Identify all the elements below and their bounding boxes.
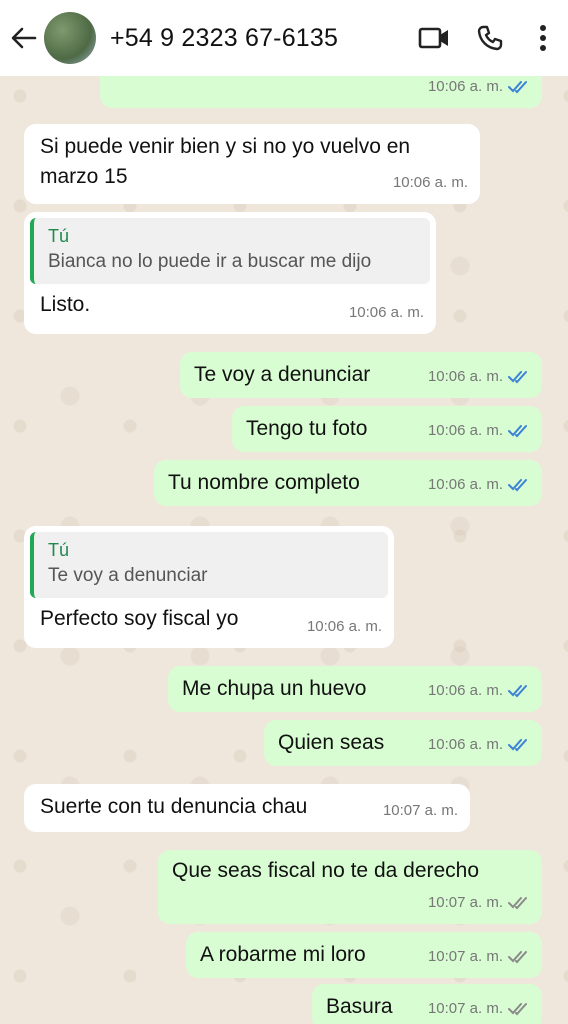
message-bubble-outgoing[interactable]: Basura 10:07 a. m. bbox=[312, 984, 542, 1024]
delivered-ticks-icon bbox=[508, 951, 527, 964]
read-ticks-icon bbox=[508, 371, 527, 384]
message-meta: 10:06 a. m. bbox=[393, 168, 468, 198]
message-text: Me chupa un huevo bbox=[182, 677, 367, 700]
message-time: 10:07 a. m. bbox=[427, 1000, 503, 1017]
message-meta: 10:06 a. m. bbox=[428, 676, 530, 706]
quote-text: Te voy a denunciar bbox=[48, 565, 208, 586]
message-time: 10:07 a. m. bbox=[427, 948, 503, 965]
quoted-message[interactable]: Tú Bianca no lo puede ir a buscar me dij… bbox=[30, 218, 430, 284]
video-call-icon bbox=[418, 27, 448, 49]
message-text: Te voy a denunciar bbox=[194, 363, 371, 386]
back-button[interactable] bbox=[4, 0, 44, 76]
message-time: 10:06 a. m. bbox=[348, 304, 424, 321]
message-text: Si puede venir bien y si no yo vuelvo en… bbox=[40, 135, 411, 188]
quote-author: Tú bbox=[48, 540, 70, 560]
message-time: 10:06 a. m. bbox=[306, 618, 382, 635]
message-text: Tengo tu foto bbox=[246, 417, 368, 440]
read-ticks-icon bbox=[508, 739, 527, 752]
message-text: Perfecto soy fiscal yo bbox=[40, 607, 239, 630]
chat-header: +54 9 2323 67-6135 bbox=[0, 0, 568, 76]
message-bubble-outgoing[interactable]: 10:06 a. m. bbox=[100, 76, 542, 108]
message-bubble-outgoing[interactable]: Tu nombre completo 10:06 a. m. bbox=[154, 460, 542, 506]
avatar[interactable] bbox=[44, 12, 96, 64]
read-ticks-icon bbox=[508, 479, 527, 492]
message-meta: 10:06 a. m. bbox=[428, 416, 530, 446]
message-time: 10:06 a. m. bbox=[427, 422, 503, 439]
message-bubble-outgoing[interactable]: Te voy a denunciar 10:06 a. m. bbox=[180, 352, 542, 398]
message-meta: 10:06 a. m. bbox=[307, 612, 382, 642]
message-bubble-outgoing[interactable]: Tengo tu foto 10:06 a. m. bbox=[232, 406, 542, 452]
message-meta: 10:07 a. m. bbox=[428, 994, 530, 1024]
message-meta: 10:06 a. m. bbox=[428, 362, 530, 392]
message-text: Que seas fiscal no te da derecho bbox=[172, 859, 480, 882]
message-text: A robarme mi loro bbox=[200, 943, 366, 966]
delivered-ticks-icon bbox=[508, 897, 527, 910]
message-time: 10:06 a. m. bbox=[427, 736, 503, 753]
message-bubble-outgoing[interactable]: Quien seas 10:06 a. m. bbox=[264, 720, 542, 766]
message-bubble-incoming[interactable]: Si puede venir bien y si no yo vuelvo en… bbox=[24, 124, 480, 204]
read-ticks-icon bbox=[508, 425, 527, 438]
voice-call-button[interactable] bbox=[462, 0, 518, 76]
message-meta: 10:06 a. m. bbox=[428, 470, 530, 500]
message-time: 10:07 a. m. bbox=[382, 802, 458, 819]
message-bubble-incoming[interactable]: Tú Te voy a denunciar Perfecto soy fisca… bbox=[24, 526, 394, 648]
message-bubble-outgoing[interactable]: Que seas fiscal no te da derecho 10:07 a… bbox=[158, 850, 542, 924]
message-text: Tu nombre completo bbox=[168, 471, 360, 494]
phone-icon bbox=[477, 25, 503, 51]
read-ticks-icon bbox=[508, 81, 527, 94]
message-time: 10:07 a. m. bbox=[427, 894, 503, 911]
message-time: 10:06 a. m. bbox=[392, 174, 468, 191]
video-call-button[interactable] bbox=[406, 0, 462, 76]
message-bubble-outgoing[interactable]: A robarme mi loro 10:07 a. m. bbox=[186, 932, 542, 978]
message-meta: 10:06 a. m. bbox=[349, 298, 424, 328]
delivered-ticks-icon bbox=[508, 1003, 527, 1016]
message-meta: 10:07 a. m. bbox=[428, 942, 530, 972]
message-bubble-incoming[interactable]: Suerte con tu denuncia chau 10:07 a. m. bbox=[24, 784, 470, 832]
chat-area[interactable]: 10:06 a. m. Si puede venir bien y si no … bbox=[0, 76, 568, 1024]
message-bubble-outgoing[interactable]: Me chupa un huevo 10:06 a. m. bbox=[168, 666, 542, 712]
quote-text: Bianca no lo puede ir a buscar me dijo bbox=[48, 251, 372, 272]
read-ticks-icon bbox=[508, 685, 527, 698]
message-text: Quien seas bbox=[278, 731, 385, 754]
message-meta: 10:07 a. m. bbox=[383, 796, 458, 826]
quoted-message[interactable]: Tú Te voy a denunciar bbox=[30, 532, 388, 598]
message-text: Listo. bbox=[40, 293, 91, 316]
message-time: 10:06 a. m. bbox=[427, 78, 503, 95]
message-meta: 10:07 a. m. bbox=[428, 888, 530, 918]
message-time: 10:06 a. m. bbox=[427, 368, 503, 385]
message-time: 10:06 a. m. bbox=[427, 682, 503, 699]
quote-author: Tú bbox=[48, 226, 70, 246]
arrow-left-icon bbox=[11, 27, 37, 49]
contact-name[interactable]: +54 9 2323 67-6135 bbox=[110, 24, 406, 53]
message-time: 10:06 a. m. bbox=[427, 476, 503, 493]
message-text: Basura bbox=[326, 995, 393, 1018]
more-vertical-icon bbox=[540, 25, 546, 51]
message-meta: 10:06 a. m. bbox=[428, 730, 530, 760]
message-meta: 10:06 a. m. bbox=[428, 76, 530, 102]
menu-button[interactable] bbox=[518, 0, 568, 76]
message-text: Suerte con tu denuncia chau bbox=[40, 795, 308, 818]
message-bubble-incoming[interactable]: Tú Bianca no lo puede ir a buscar me dij… bbox=[24, 212, 436, 334]
